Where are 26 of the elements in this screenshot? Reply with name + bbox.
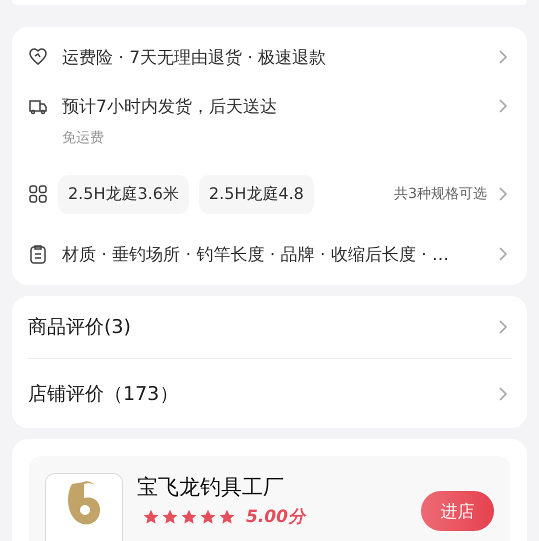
spec-summary: 共3种规格可选 xyxy=(394,185,487,203)
heart-icon xyxy=(28,47,48,67)
shop-name: 宝飞龙钓具工厂 xyxy=(137,474,285,501)
review-link[interactable]: 商品评价(3) xyxy=(28,314,483,340)
chevron-icon xyxy=(497,49,509,65)
delivery-text: 预计7小时内发货，后天送达 xyxy=(62,96,278,118)
service-text: 运费险 · 7天无理由退货 · 极速退款 xyxy=(62,46,328,68)
grid-icon xyxy=(28,184,48,204)
shipping-note: 免运费 xyxy=(62,129,104,147)
enter-shop-button[interactable]: 进店 xyxy=(421,491,494,531)
spec-chip[interactable]: 2.5H龙庭3.6米 xyxy=(58,174,189,214)
spec-chip[interactable]: 2.5H龙庭4.8 xyxy=(198,174,314,214)
chevron-icon xyxy=(497,386,509,402)
chevron-icon xyxy=(497,186,509,202)
clipboard-icon xyxy=(28,244,48,264)
shop-score: 5.00分 xyxy=(246,506,305,528)
chevron-icon xyxy=(497,98,509,114)
chevron-icon xyxy=(497,246,509,262)
params-text: 材质 · 垂钓场所 · 钓竿长度 · 品牌 · 收缩后长度 · … xyxy=(62,244,450,266)
star-icon xyxy=(143,508,159,524)
chevron-icon xyxy=(497,319,509,335)
review-link[interactable]: 店铺评价（173） xyxy=(28,380,483,406)
star-icon xyxy=(200,508,216,524)
star-icon xyxy=(219,508,235,524)
star-icon xyxy=(162,508,178,524)
star-icon xyxy=(181,508,197,524)
